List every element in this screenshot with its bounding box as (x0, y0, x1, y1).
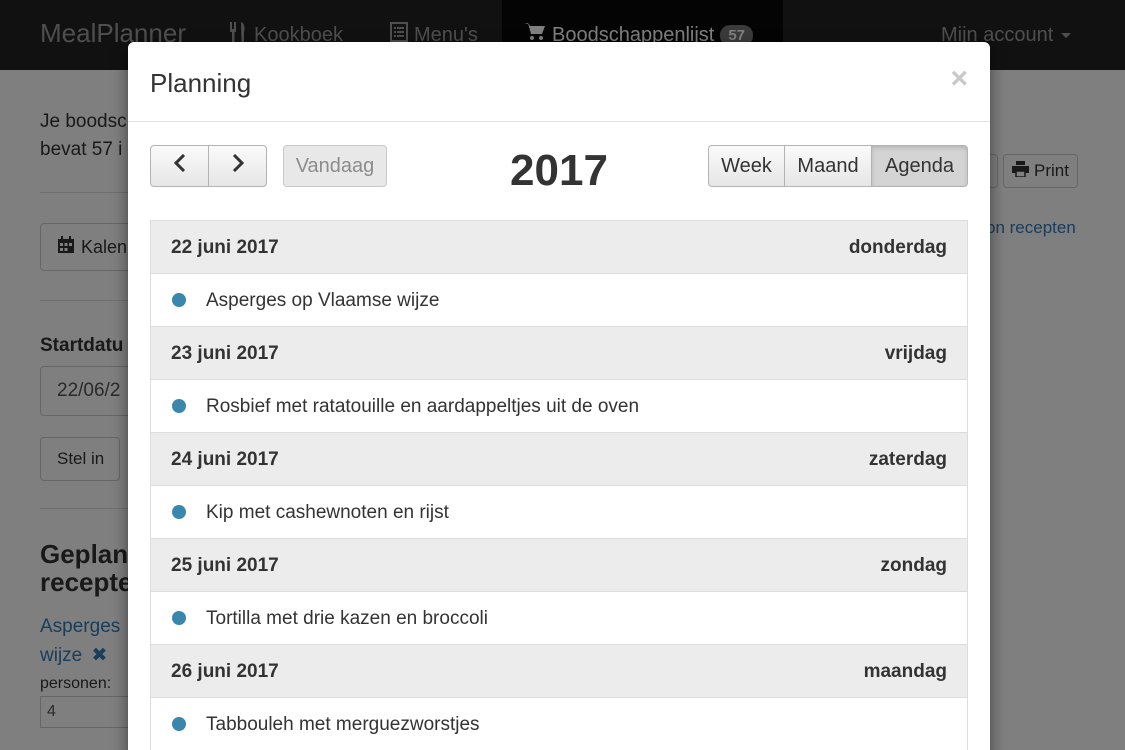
day-weekday: zaterdag (868, 449, 947, 470)
event-title: Kip met cashewnoten en rijst (206, 502, 449, 523)
agenda-day-header: 24 juni 2017 zaterdag (151, 433, 967, 486)
day-weekday: maandag (863, 661, 947, 682)
close-icon[interactable]: × (950, 64, 968, 94)
agenda-day-header: 25 juni 2017 zondag (151, 539, 967, 592)
view-month-button[interactable]: Maand (784, 145, 872, 187)
planning-modal: Planning × Vandaag 2017 Week Maand Agend… (128, 42, 990, 750)
day-date: 23 juni 2017 (171, 343, 279, 364)
agenda-list: 22 juni 2017 donderdag Asperges op Vlaam… (150, 220, 968, 750)
day-weekday: donderdag (848, 237, 947, 258)
agenda-day-header: 23 juni 2017 vrijdag (151, 327, 967, 380)
day-date: 25 juni 2017 (171, 555, 279, 576)
day-date: 24 juni 2017 (171, 449, 279, 470)
modal-header: Planning × (128, 42, 990, 122)
agenda-event[interactable]: Kip met cashewnoten en rijst (151, 486, 967, 539)
event-dot-icon (172, 293, 186, 307)
day-date: 26 juni 2017 (171, 661, 279, 682)
event-dot-icon (172, 505, 186, 519)
day-weekday: zondag (880, 555, 948, 576)
view-week-button[interactable]: Week (708, 145, 785, 187)
event-dot-icon (172, 399, 186, 413)
event-title: Asperges op Vlaamse wijze (206, 290, 440, 311)
event-dot-icon (172, 717, 186, 731)
agenda-day-header: 26 juni 2017 maandag (151, 645, 967, 698)
modal-title: Planning (150, 68, 252, 98)
event-title: Tabbouleh met merguezworstjes (206, 714, 480, 735)
agenda-event[interactable]: Rosbief met ratatouille en aardappeltjes… (151, 380, 967, 433)
event-dot-icon (172, 611, 186, 625)
agenda-event[interactable]: Tabbouleh met merguezworstjes (151, 698, 967, 750)
day-date: 22 juni 2017 (171, 237, 279, 258)
event-title: Tortilla met drie kazen en broccoli (206, 608, 488, 629)
event-title: Rosbief met ratatouille en aardappeltjes… (206, 396, 640, 417)
view-agenda-button[interactable]: Agenda (871, 145, 968, 187)
day-weekday: vrijdag (884, 343, 947, 364)
agenda-event[interactable]: Asperges op Vlaamse wijze (151, 274, 967, 327)
agenda-event[interactable]: Tortilla met drie kazen en broccoli (151, 592, 967, 645)
agenda-day-header: 22 juni 2017 donderdag (151, 221, 967, 274)
